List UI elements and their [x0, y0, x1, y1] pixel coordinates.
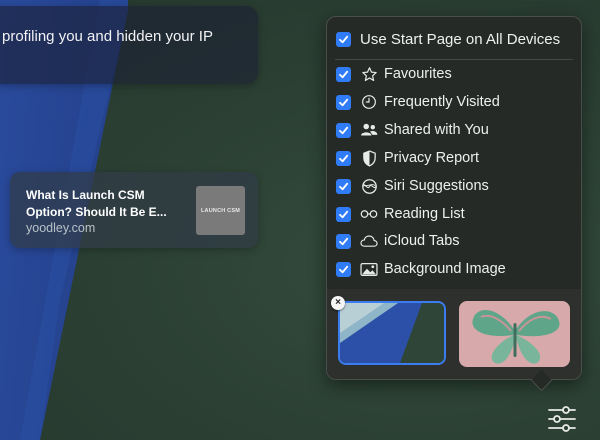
background-option-current[interactable]	[338, 301, 446, 365]
background-image-label: Background Image	[384, 261, 506, 277]
privacy-report-checkbox[interactable]	[336, 150, 351, 166]
shared-with-you-label: Shared with You	[384, 122, 489, 138]
star-icon	[360, 65, 378, 83]
privacy-report-label: Privacy Report	[384, 150, 480, 166]
favourites-label: Favourites	[384, 66, 452, 82]
reading-list-row[interactable]: Reading List	[336, 204, 465, 224]
checkmark-icon	[339, 265, 349, 273]
glasses-icon	[360, 205, 378, 223]
checkmark-icon	[339, 237, 349, 245]
siri-icon	[360, 177, 378, 195]
use-start-page-checkbox[interactable]	[336, 31, 351, 47]
use-start-page-row[interactable]: Use Start Page on All Devices	[336, 29, 560, 49]
cloud-icon	[360, 232, 378, 250]
customize-start-page-popover: Use Start Page on All Devices Favourites…	[326, 16, 582, 392]
checkmark-icon	[339, 70, 349, 78]
use-start-page-label: Use Start Page on All Devices	[360, 30, 561, 48]
people-icon	[360, 121, 378, 139]
icloud-tabs-row[interactable]: iCloud Tabs	[336, 231, 460, 251]
customize-start-page-button[interactable]	[546, 404, 578, 434]
background-option-butterfly[interactable]	[459, 301, 570, 367]
reading-list-thumbnail: LAUNCH CSM	[196, 186, 245, 235]
icloud-tabs-label: iCloud Tabs	[384, 233, 460, 249]
butterfly-background-preview	[459, 301, 570, 367]
checkmark-icon	[339, 154, 349, 162]
privacy-report-card[interactable]: profiling you and hidden your IP	[0, 6, 258, 84]
background-image-checkbox[interactable]	[336, 261, 351, 277]
current-background-preview	[340, 303, 444, 363]
reading-list-checkbox[interactable]	[336, 206, 351, 222]
privacy-report-text: profiling you and hidden your IP	[2, 28, 213, 45]
favourites-checkbox[interactable]	[336, 66, 351, 82]
divider	[335, 59, 573, 60]
reading-list-item-title: What Is Launch CSM Option? Should It Be …	[26, 188, 167, 219]
frequently-visited-row[interactable]: Frequently Visited	[336, 92, 500, 112]
checkmark-icon	[339, 35, 349, 43]
shield-icon	[360, 149, 378, 167]
photo-icon	[360, 260, 378, 278]
reading-list-label: Reading List	[384, 206, 465, 222]
shared-with-you-checkbox[interactable]	[336, 122, 351, 138]
checkmark-icon	[339, 210, 349, 218]
icloud-tabs-checkbox[interactable]	[336, 233, 351, 249]
checkmark-icon	[339, 182, 349, 190]
frequently-visited-checkbox[interactable]	[336, 94, 351, 110]
reading-list-item-domain: yoodley.com	[26, 221, 96, 235]
favourites-row[interactable]: Favourites	[336, 64, 452, 84]
siri-suggestions-label: Siri Suggestions	[384, 178, 489, 194]
remove-background-button[interactable]: ×	[331, 296, 345, 310]
siri-suggestions-row[interactable]: Siri Suggestions	[336, 176, 489, 196]
privacy-report-row[interactable]: Privacy Report	[336, 148, 479, 168]
background-image-row[interactable]: Background Image	[336, 259, 506, 279]
reading-list-card[interactable]: What Is Launch CSM Option? Should It Be …	[10, 172, 258, 248]
clock-icon	[360, 93, 378, 111]
siri-suggestions-checkbox[interactable]	[336, 178, 351, 194]
sliders-icon	[548, 406, 576, 432]
checkmark-icon	[339, 98, 349, 106]
checkmark-icon	[339, 126, 349, 134]
frequently-visited-label: Frequently Visited	[384, 94, 500, 110]
shared-with-you-row[interactable]: Shared with You	[336, 120, 489, 140]
